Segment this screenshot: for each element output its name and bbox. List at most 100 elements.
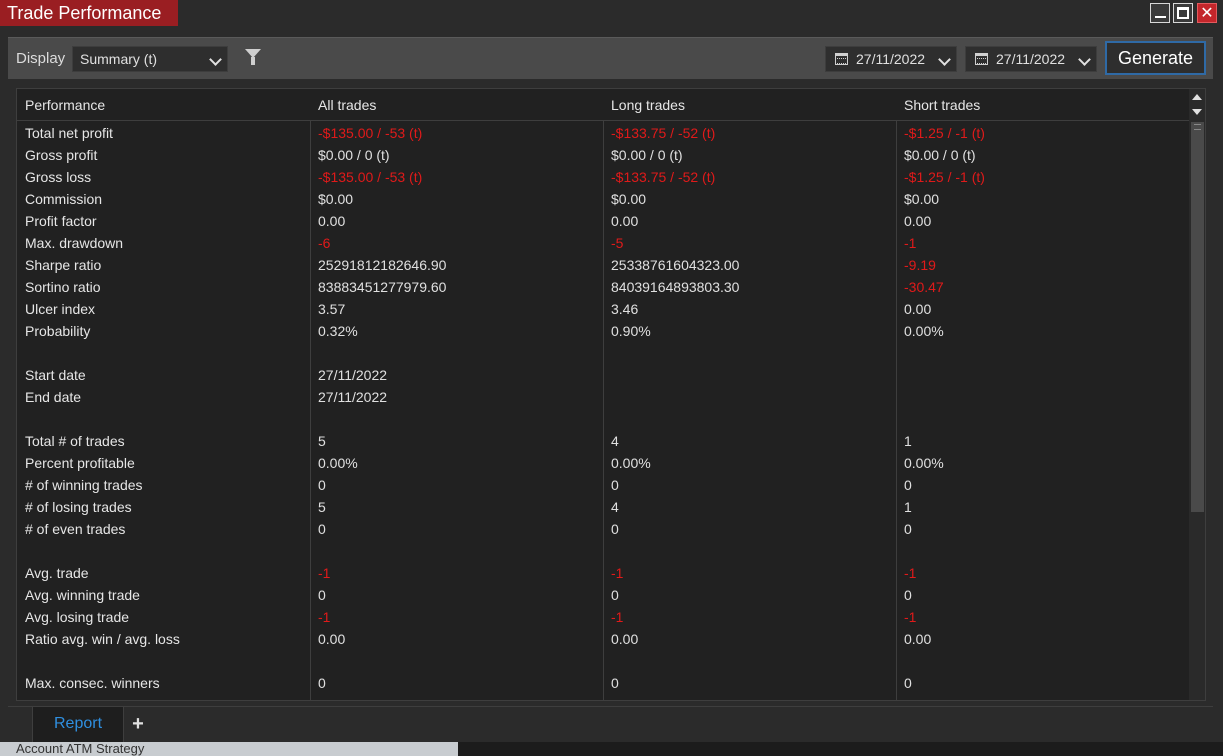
table-row[interactable]: [17, 342, 1189, 364]
from-date-value: 27/11/2022: [856, 51, 926, 67]
table-row[interactable]: Gross loss -$135.00 / -53 (t) -$133.75 / -…: [17, 166, 1189, 188]
long-trades-value: 4: [611, 499, 619, 515]
short-trades-value: 0.00%: [904, 323, 944, 339]
scrollbar-thumb[interactable]: [1191, 122, 1204, 512]
row-label: Ratio avg. win / avg. loss: [25, 631, 180, 647]
scroll-up-icon[interactable]: [1192, 94, 1202, 100]
from-date-picker[interactable]: 27/11/2022: [825, 46, 957, 72]
long-trades-value: 0: [611, 675, 619, 691]
table-row[interactable]: Avg. losing trade -1 -1 -1: [17, 606, 1189, 628]
filter-icon-stem: [251, 57, 255, 65]
short-trades-value: 0: [904, 521, 912, 537]
header-all-trades[interactable]: All trades: [310, 89, 603, 121]
table-row[interactable]: Max. drawdown -6 -5 -1: [17, 232, 1189, 254]
table-row[interactable]: Total net profit -$135.00 / -53 (t) -$133.…: [17, 122, 1189, 144]
display-select[interactable]: Summary (t): [72, 46, 228, 72]
table-row[interactable]: Profit factor 0.00 0.00 0.00: [17, 210, 1189, 232]
window-title: Trade Performance: [0, 0, 178, 26]
to-date-picker[interactable]: 27/11/2022: [965, 46, 1097, 72]
table-row[interactable]: Probability 0.32% 0.90% 0.00%: [17, 320, 1189, 342]
row-label: Avg. trade: [25, 565, 89, 581]
table-row[interactable]: Commission $0.00 $0.00 $0.00: [17, 188, 1189, 210]
tab-report[interactable]: Report: [32, 707, 124, 743]
long-trades-value: -5: [611, 235, 624, 251]
long-trades-value: 4: [611, 433, 619, 449]
short-trades-value: -$1.25 / -1 (t): [904, 125, 985, 141]
row-label: # of even trades: [25, 521, 126, 537]
short-trades-value: 0: [904, 587, 912, 603]
short-trades-value: -9.19: [904, 257, 936, 273]
all-trades-value: 27/11/2022: [318, 367, 388, 383]
short-trades-value: 0.00: [904, 213, 932, 229]
table-row[interactable]: End date 27/11/2022: [17, 386, 1189, 408]
all-trades-value: 0: [318, 521, 326, 537]
table-row[interactable]: Ratio avg. win / avg. loss 0.00 0.00 0.00: [17, 628, 1189, 650]
scroll-down-icon[interactable]: [1192, 109, 1202, 115]
all-trades-value: 27/11/2022: [318, 389, 388, 405]
table-row[interactable]: # of losing trades 5 4 1: [17, 496, 1189, 518]
generate-button[interactable]: Generate: [1105, 41, 1206, 75]
header-short-trades[interactable]: Short trades: [896, 89, 1189, 121]
table-row[interactable]: Start date 27/11/2022: [17, 364, 1189, 386]
vertical-scrollbar[interactable]: [1189, 89, 1205, 700]
short-trades-value: [896, 364, 1189, 386]
trade-performance-window: Trade Performance ✕ Display Summary (t) …: [0, 0, 1223, 756]
table-row[interactable]: Sortino ratio 83883451277979.60 8403916489…: [17, 276, 1189, 298]
all-trades-value: 0.00: [318, 213, 346, 229]
close-button[interactable]: ✕: [1197, 3, 1217, 23]
short-trades-value: -$1.25 / -1 (t): [904, 169, 985, 185]
table-row[interactable]: Avg. winning trade 0 0 0: [17, 584, 1189, 606]
all-trades-value: -6: [318, 235, 331, 251]
title-bar[interactable]: Trade Performance ✕: [0, 0, 1223, 27]
short-trades-value: 0.00: [904, 631, 932, 647]
long-trades-value: [603, 540, 896, 562]
table-row[interactable]: [17, 650, 1189, 672]
minimize-icon: [1155, 16, 1166, 18]
all-trades-value: 83883451277979.60: [318, 279, 447, 295]
all-trades-value: $0.00: [318, 191, 354, 207]
long-trades-value: 0: [611, 587, 619, 603]
table-row[interactable]: # of even trades 0 0 0: [17, 518, 1189, 540]
row-label: Total net profit: [25, 125, 113, 141]
maximize-button[interactable]: [1173, 3, 1193, 23]
short-trades-value: 0.00%: [904, 455, 944, 471]
table-row[interactable]: [17, 540, 1189, 562]
short-trades-value: [896, 650, 1189, 672]
add-tab-button[interactable]: +: [128, 714, 148, 735]
short-trades-value: [896, 386, 1189, 408]
table-row[interactable]: Ulcer index 3.57 3.46 0.00: [17, 298, 1189, 320]
table-row[interactable]: Total # of trades 5 4 1: [17, 430, 1189, 452]
chevron-down-icon: [938, 53, 951, 66]
short-trades-value: [896, 342, 1189, 364]
table-row[interactable]: Sharpe ratio 25291812182646.90 25338761604…: [17, 254, 1189, 276]
all-trades-value: [310, 540, 603, 562]
all-trades-value: 3.57: [318, 301, 346, 317]
chevron-down-icon: [209, 53, 222, 66]
header-long-trades[interactable]: Long trades: [603, 89, 896, 121]
table-row[interactable]: # of winning trades 0 0 0: [17, 474, 1189, 496]
long-trades-value: [603, 342, 896, 364]
table-row[interactable]: Percent profitable 0.00% 0.00% 0.00%: [17, 452, 1189, 474]
table-row[interactable]: Gross profit $0.00 / 0 (t) $0.00 / 0 (t) $0…: [17, 144, 1189, 166]
grip-icon: [1194, 124, 1201, 130]
long-trades-value: $0.00: [611, 191, 647, 207]
long-trades-value: -1: [611, 609, 624, 625]
all-trades-value: -$135.00 / -53 (t): [318, 125, 423, 141]
long-trades-value: 0: [611, 521, 619, 537]
table-row[interactable]: Max. consec. winners 0 0 0: [17, 672, 1189, 694]
all-trades-value: [310, 342, 603, 364]
table-row[interactable]: Avg. trade -1 -1 -1: [17, 562, 1189, 584]
minimize-button[interactable]: [1150, 3, 1170, 23]
long-trades-value: -$133.75 / -52 (t): [611, 125, 716, 141]
background-header-text: Account ATM Strategy: [0, 742, 458, 756]
background-window-strip: Account ATM Strategy: [0, 742, 1223, 756]
all-trades-value: 0.00: [318, 631, 346, 647]
table-row[interactable]: [17, 408, 1189, 430]
row-label: Probability: [25, 323, 91, 339]
row-label: Max. drawdown: [25, 235, 124, 251]
chevron-down-icon: [1078, 53, 1091, 66]
row-label: # of losing trades: [25, 499, 132, 515]
short-trades-value: 1: [904, 499, 912, 515]
header-performance[interactable]: Performance: [17, 89, 310, 121]
long-trades-value: 0: [611, 477, 619, 493]
